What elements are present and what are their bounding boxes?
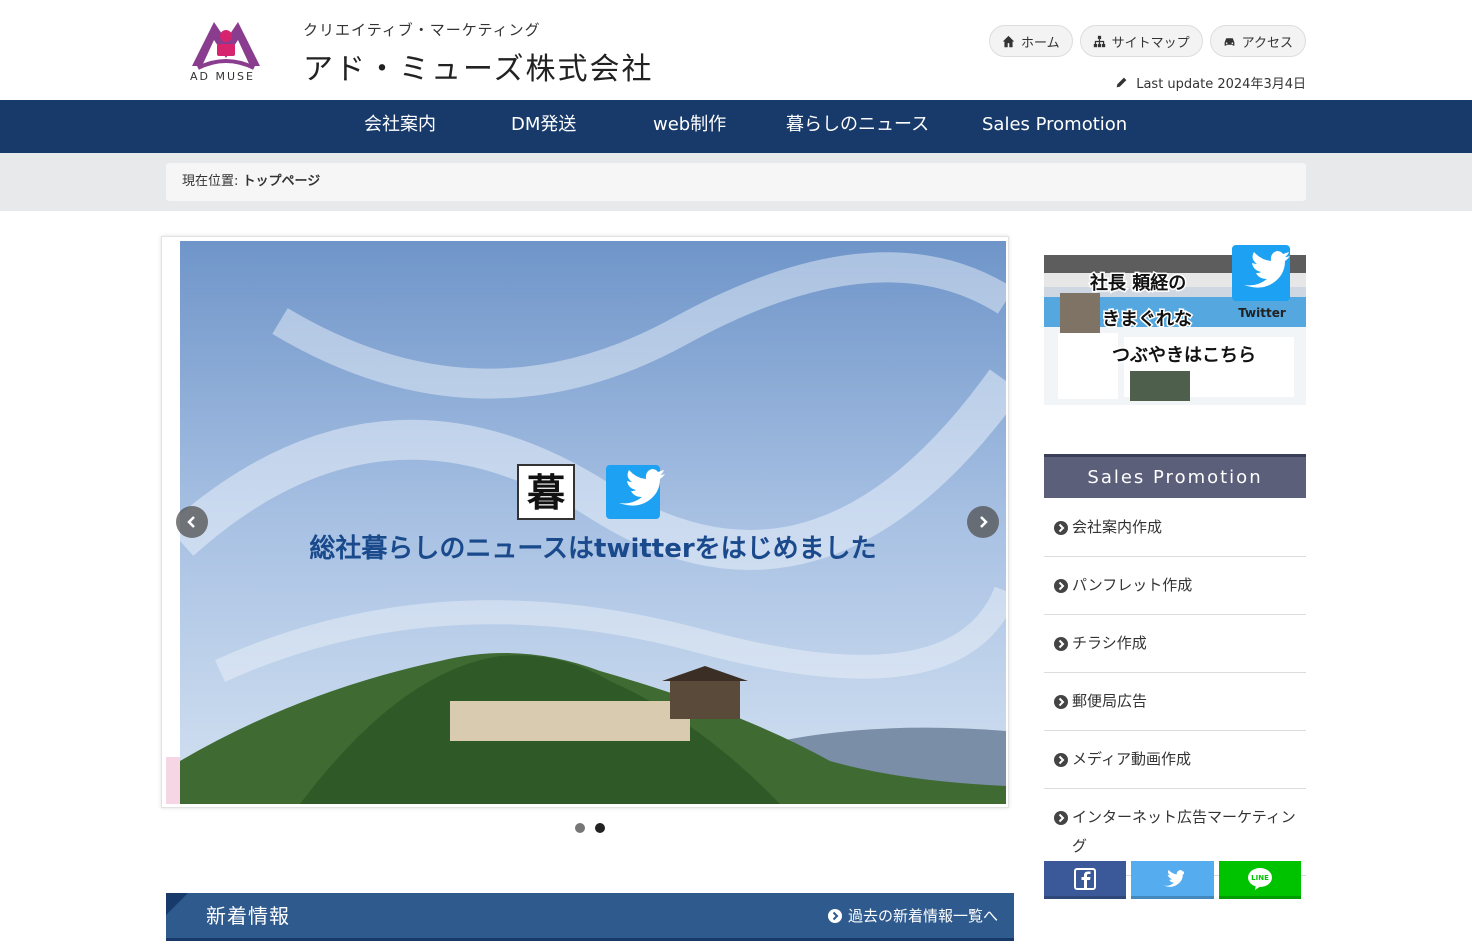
breadcrumb: 現在位置: トップページ <box>166 163 1306 201</box>
sales-promotion-item[interactable]: 郵便局広告 <box>1044 673 1306 731</box>
sales-promotion-item-label: インターネット広告マーケティング <box>1072 808 1296 855</box>
slider-dot-2[interactable] <box>595 823 605 833</box>
twitter-banner-line3: つぶやきはこちら <box>1112 345 1256 366</box>
logo-text: AD MUSE <box>190 70 255 83</box>
sales-promotion-list: 会社案内作成 パンフレット作成 チラシ作成 郵便局広告 メディア動画作成 インタ… <box>1044 499 1306 876</box>
slider-dots <box>575 823 605 833</box>
news-header: 新着情報 過去の新着情報一覧へ <box>166 893 1014 939</box>
facebook-icon <box>1074 867 1096 890</box>
nav-item-company[interactable]: 会社案内 <box>364 100 436 153</box>
chevron-right-icon <box>980 516 988 528</box>
twitter-banner-line2: きまぐれな <box>1102 309 1192 330</box>
sales-promotion-item[interactable]: パンフレット作成 <box>1044 557 1306 615</box>
chevron-circle-right-icon <box>1054 579 1068 593</box>
pencil-icon <box>1116 77 1127 88</box>
line-icon: LINE <box>1248 867 1272 890</box>
news-archive-link[interactable]: 過去の新着情報一覧へ <box>827 893 998 939</box>
twitter-share-button[interactable] <box>1131 861 1214 899</box>
news-archive-label: 過去の新着情報一覧へ <box>847 907 998 925</box>
slide-image[interactable]: 総社暮らしのニュースはtwitterをはじめました 暮 <box>180 241 1006 804</box>
sitemap-link[interactable]: サイトマップ <box>1079 25 1203 57</box>
news-title: 新着情報 <box>206 904 290 928</box>
news-header-corner <box>166 893 188 915</box>
sales-promotion-item-label: パンフレット作成 <box>1072 576 1193 594</box>
sales-promotion-item[interactable]: 会社案内作成 <box>1044 499 1306 557</box>
image-slider[interactable]: 総社暮らしのニュースはtwitterをはじめました 暮 <box>161 236 1009 808</box>
sales-promotion-heading: Sales Promotion <box>1044 454 1306 498</box>
chevron-circle-right-icon <box>827 909 842 923</box>
chevron-circle-right-icon <box>1054 695 1068 709</box>
nav-item-news[interactable]: 暮らしのニュース <box>786 100 929 153</box>
last-update-label: Last update 2024年3月4日 <box>1136 77 1306 92</box>
slider-dot-1[interactable] <box>575 823 585 833</box>
slider-prev-button[interactable] <box>176 506 208 538</box>
chevron-left-icon <box>187 516 195 528</box>
home-icon <box>1002 35 1015 47</box>
sales-promotion-item-label: 会社案内作成 <box>1072 518 1163 536</box>
nav-item-web[interactable]: web制作 <box>653 100 726 153</box>
access-link[interactable]: アクセス <box>1209 25 1306 57</box>
last-update: Last update 2024年3月4日 <box>1115 73 1306 92</box>
twitter-icon <box>1162 869 1184 887</box>
site-header: AD MUSE クリエイティブ・マーケティング アド・ミューズ株式会社 ホーム … <box>0 0 1472 100</box>
nav-item-dm[interactable]: DM発送 <box>511 100 576 153</box>
sales-promotion-item[interactable]: メディア動画作成 <box>1044 731 1306 789</box>
slide-caption: 総社暮らしのニュースはtwitterをはじめました <box>309 533 876 564</box>
site-tagline: クリエイティブ・マーケティング <box>303 21 541 39</box>
sitemap-link-label: サイトマップ <box>1111 35 1190 51</box>
breadcrumb-prefix: 現在位置: <box>182 174 239 189</box>
breadcrumb-current: トップページ <box>242 174 321 189</box>
top-links: ホーム サイトマップ アクセス <box>989 25 1306 57</box>
sales-promotion-item-label: メディア動画作成 <box>1072 750 1191 768</box>
line-icon-label: LINE <box>1251 874 1269 882</box>
home-link[interactable]: ホーム <box>989 25 1073 57</box>
prev-slide-edge <box>166 757 180 804</box>
twitter-banner-line1: 社長 頼経の <box>1090 272 1186 294</box>
car-icon <box>1224 37 1235 46</box>
news-header-underline <box>166 938 1014 941</box>
twitter-banner-service: Twitter <box>1238 306 1286 320</box>
sitemap-icon <box>1093 35 1105 47</box>
breadcrumb-band: 現在位置: トップページ <box>0 153 1472 211</box>
twitter-banner[interactable]: Twitter 社長 頼経の きまぐれな つぶやきはこちら <box>1044 245 1306 405</box>
sales-promotion-item-label: 郵便局広告 <box>1072 692 1148 710</box>
company-name[interactable]: アド・ミューズ株式会社 <box>303 44 654 88</box>
chevron-circle-right-icon <box>1054 521 1068 535</box>
nav-item-sales-promotion[interactable]: Sales Promotion <box>982 100 1127 153</box>
sales-promotion-item-label: チラシ作成 <box>1072 634 1147 652</box>
home-link-label: ホーム <box>1021 35 1060 51</box>
access-link-label: アクセス <box>1241 35 1293 51</box>
chevron-circle-right-icon <box>1054 811 1068 825</box>
chevron-circle-right-icon <box>1054 637 1068 651</box>
line-share-button[interactable]: LINE <box>1219 861 1301 899</box>
slide-badge-char: 暮 <box>527 471 565 515</box>
sales-promotion-item[interactable]: チラシ作成 <box>1044 615 1306 673</box>
slider-next-button[interactable] <box>967 506 999 538</box>
chevron-circle-right-icon <box>1054 753 1068 767</box>
facebook-share-button[interactable] <box>1044 861 1126 899</box>
main-nav: 会社案内 DM発送 web制作 暮らしのニュース Sales Promotion <box>0 100 1472 153</box>
